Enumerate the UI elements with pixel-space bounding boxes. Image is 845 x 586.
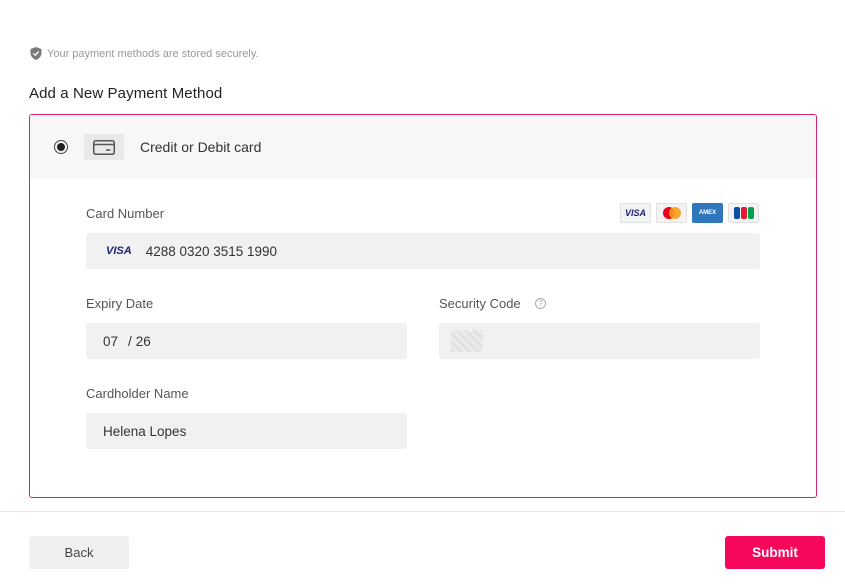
method-label: Credit or Debit card: [140, 139, 262, 155]
shield-check-icon: [30, 47, 42, 60]
accepted-brands: VISA AMEX: [620, 203, 759, 223]
card-number-input[interactable]: VISA 4288 0320 3515 1990: [86, 233, 760, 269]
amex-logo-icon: AMEX: [692, 203, 723, 223]
expiry-date-label: Expiry Date: [86, 296, 154, 311]
back-button[interactable]: Back: [29, 536, 129, 569]
cardholder-name-input[interactable]: Helena Lopes: [86, 413, 407, 449]
security-code-label: Security Code: [439, 296, 521, 311]
footer-divider: [0, 511, 845, 512]
mastercard-logo-icon: [656, 203, 687, 223]
method-radio[interactable]: [54, 140, 68, 154]
cardholder-name-label: Cardholder Name: [86, 386, 189, 401]
expiry-date-input[interactable]: 07 / 26: [86, 323, 407, 359]
expiry-year: 26: [135, 333, 151, 349]
card-brand-tag: VISA: [106, 245, 132, 257]
cardholder-name-value: Helena Lopes: [103, 423, 187, 439]
jcb-logo-icon: [728, 203, 759, 223]
payment-method-option-card[interactable]: Credit or Debit card: [30, 115, 816, 179]
visa-logo-icon: VISA: [620, 203, 651, 223]
security-code-input[interactable]: [439, 323, 760, 359]
security-code-masked: [451, 330, 483, 352]
secure-note: Your payment methods are stored securely…: [30, 47, 259, 60]
question-circle-icon[interactable]: ?: [535, 298, 546, 309]
card-number-label: Card Number: [86, 206, 165, 221]
credit-card-icon: [84, 134, 124, 160]
payment-method-card-panel: Credit or Debit card Card Number VISA AM…: [29, 114, 817, 498]
expiry-month: 07: [103, 333, 119, 349]
secure-note-text: Your payment methods are stored securely…: [47, 47, 259, 60]
expiry-separator: /: [128, 333, 132, 349]
card-number-value: 4288 0320 3515 1990: [145, 243, 278, 259]
submit-button[interactable]: Submit: [725, 536, 825, 569]
section-title: Add a New Payment Method: [29, 85, 223, 102]
